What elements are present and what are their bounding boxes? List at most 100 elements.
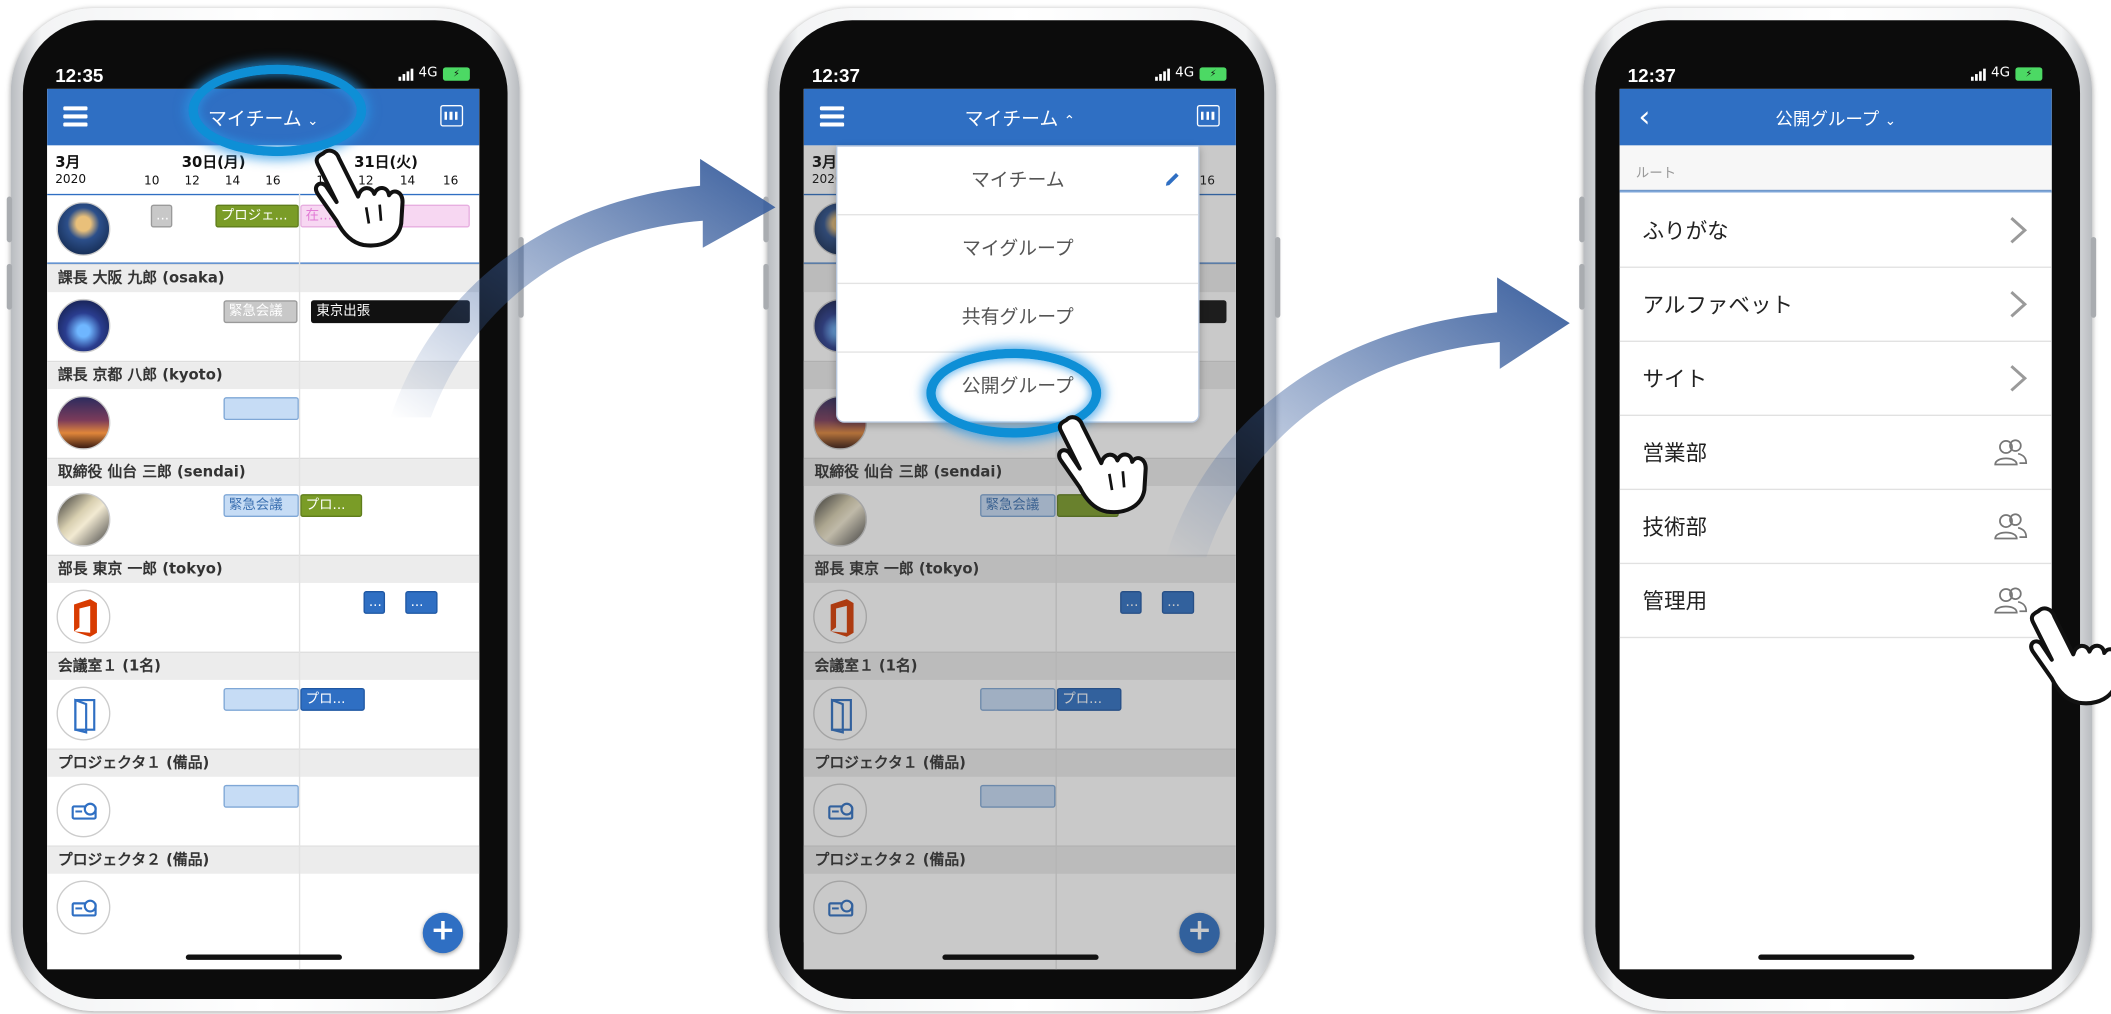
navbar: マイチーム ⌃	[803, 88, 1236, 146]
pointing-hand-icon	[1057, 415, 1148, 515]
hamburger-menu-icon[interactable]	[63, 106, 88, 126]
add-schedule-button[interactable]: +	[422, 912, 464, 954]
event-block[interactable]: 緊急会議	[223, 300, 298, 324]
hour-tick: 14	[224, 175, 241, 189]
menu-item-my-team[interactable]: マイチーム	[837, 147, 1199, 216]
menu-item-label: 共有グループ	[961, 306, 1074, 329]
schedule-row[interactable]: プロジェクタ２ (備品)	[47, 845, 480, 943]
resource-name: プロジェクタ２ (備品)	[47, 846, 480, 874]
day-label: 30日(月)	[181, 153, 246, 171]
group-item[interactable]: 技術部	[1619, 490, 2052, 565]
status-time: 12:35	[55, 64, 104, 87]
battery-icon: ⚡	[1199, 66, 1227, 81]
pointing-hand-icon	[2029, 606, 2111, 706]
phone-frame-3: 12:37 4G ⚡ ‹ 公開グループ ⌄ ルート ふりがな アルファベット サ…	[1579, 8, 2097, 1012]
back-chevron-icon[interactable]: ‹	[1638, 101, 1650, 135]
event-block[interactable]	[223, 784, 299, 808]
status-time: 12:37	[811, 64, 861, 87]
group-folder-item[interactable]: アルファベット	[1619, 268, 2052, 342]
hamburger-menu-icon[interactable]	[819, 106, 845, 126]
menu-item-shared-group[interactable]: 共有グループ	[837, 284, 1199, 353]
breadcrumb[interactable]: ルート	[1619, 145, 2052, 193]
flow-arrow-icon	[1165, 277, 1570, 558]
hour-tick: 10	[144, 175, 160, 189]
network-label: 4G	[418, 65, 438, 81]
member-name: 取締役 仙台 三郎 (sendai)	[47, 459, 480, 487]
signal-icon	[1154, 67, 1170, 81]
home-indicator	[185, 954, 342, 960]
group-item-label: 営業部	[1642, 440, 1708, 466]
calendar-icon[interactable]	[440, 105, 464, 127]
menu-item-my-group[interactable]: マイグループ	[837, 215, 1199, 285]
team-selector-button[interactable]: マイチーム ⌃	[965, 105, 1075, 132]
schedule-row[interactable]: 取締役 仙台 三郎 (sendai) 緊急会議 プロ...	[47, 457, 480, 555]
event-block[interactable]: ...	[150, 204, 173, 228]
volume-button	[6, 263, 13, 310]
group-selector-button[interactable]: 公開グループ ⌄	[1775, 105, 1897, 131]
battery-icon: ⚡	[442, 66, 470, 81]
group-users-icon[interactable]	[1991, 510, 2029, 542]
event-block[interactable]: プロ...	[300, 494, 363, 517]
group-item-label: アルファベット	[1642, 292, 1794, 318]
resource-name: プロジェクタ１ (備品)	[47, 749, 480, 777]
group-users-icon[interactable]	[1991, 436, 2029, 468]
group-folder-item[interactable]: ふりがな	[1619, 194, 2052, 268]
group-item-label: 技術部	[1642, 514, 1708, 540]
menu-item-label: マイグループ	[961, 238, 1074, 260]
calendar-icon[interactable]	[1196, 105, 1220, 127]
event-block[interactable]: 緊急会議	[223, 494, 299, 517]
avatar	[56, 201, 111, 256]
group-item[interactable]: 管理用	[1619, 564, 2052, 639]
nav-title: マイチーム	[964, 109, 1059, 131]
chevron-down-icon: ⌄	[1884, 114, 1897, 130]
group-item-label: 管理用	[1642, 588, 1708, 614]
event-block[interactable]	[223, 397, 299, 421]
projector-icon	[56, 880, 111, 935]
event-block[interactable]: プロジェ...	[215, 204, 299, 228]
office-logo-icon	[56, 589, 111, 644]
network-label: 4G	[1991, 65, 2011, 81]
battery-icon: ⚡	[2015, 66, 2043, 81]
group-item-label: ふりがな	[1642, 218, 1729, 244]
navbar: ‹ 公開グループ ⌄	[1619, 88, 2052, 146]
hour-tick: 16	[265, 175, 281, 189]
chevron-right-icon	[2010, 216, 2028, 244]
event-block[interactable]: ...	[405, 591, 438, 614]
chevron-right-icon	[2010, 291, 2028, 318]
event-block[interactable]	[223, 687, 299, 711]
group-item[interactable]: 営業部	[1619, 416, 2052, 491]
hour-tick: 12	[184, 175, 200, 189]
group-item-label: サイト	[1642, 366, 1708, 392]
year-label: 2020	[55, 173, 87, 188]
signal-icon	[398, 67, 414, 81]
group-folder-item[interactable]: サイト	[1619, 342, 2052, 417]
schedule-row[interactable]: プロジェクタ１ (備品)	[47, 748, 480, 846]
status-time: 12:37	[1627, 64, 1676, 87]
home-indicator	[1757, 954, 1914, 960]
resource-name: 会議室１ (1名)	[47, 652, 480, 680]
network-label: 4G	[1175, 65, 1195, 81]
chevron-right-icon	[2010, 365, 2028, 392]
volume-button	[1579, 263, 1585, 310]
highlight-ring	[188, 64, 367, 157]
home-indicator	[941, 954, 1098, 960]
avatar	[56, 395, 111, 450]
member-name: 部長 東京 一郎 (tokyo)	[47, 556, 480, 583]
signal-icon	[1970, 67, 1986, 81]
event-block[interactable]: ...	[363, 591, 386, 614]
volume-button	[1579, 196, 1585, 243]
schedule-row[interactable]: 部長 東京 一郎 (tokyo) ... ...	[47, 554, 480, 652]
flow-arrow-icon	[390, 158, 776, 418]
avatar	[56, 492, 111, 547]
edit-pencil-icon[interactable]	[1163, 170, 1182, 189]
volume-button	[6, 196, 13, 243]
avatar	[56, 298, 111, 353]
day-divider	[298, 193, 301, 970]
nav-title: 公開グループ	[1775, 110, 1880, 131]
menu-item-label: マイチーム	[970, 169, 1065, 192]
schedule-row[interactable]: 会議室１ (1名) プロ...	[47, 651, 480, 749]
power-button	[2090, 236, 2097, 318]
screen-public-groups: ‹ 公開グループ ⌄ ルート ふりがな アルファベット サイト 営業部 技術部 …	[1619, 88, 2052, 970]
chevron-up-icon: ⌃	[1063, 114, 1076, 130]
event-block[interactable]: プロ...	[300, 687, 365, 711]
